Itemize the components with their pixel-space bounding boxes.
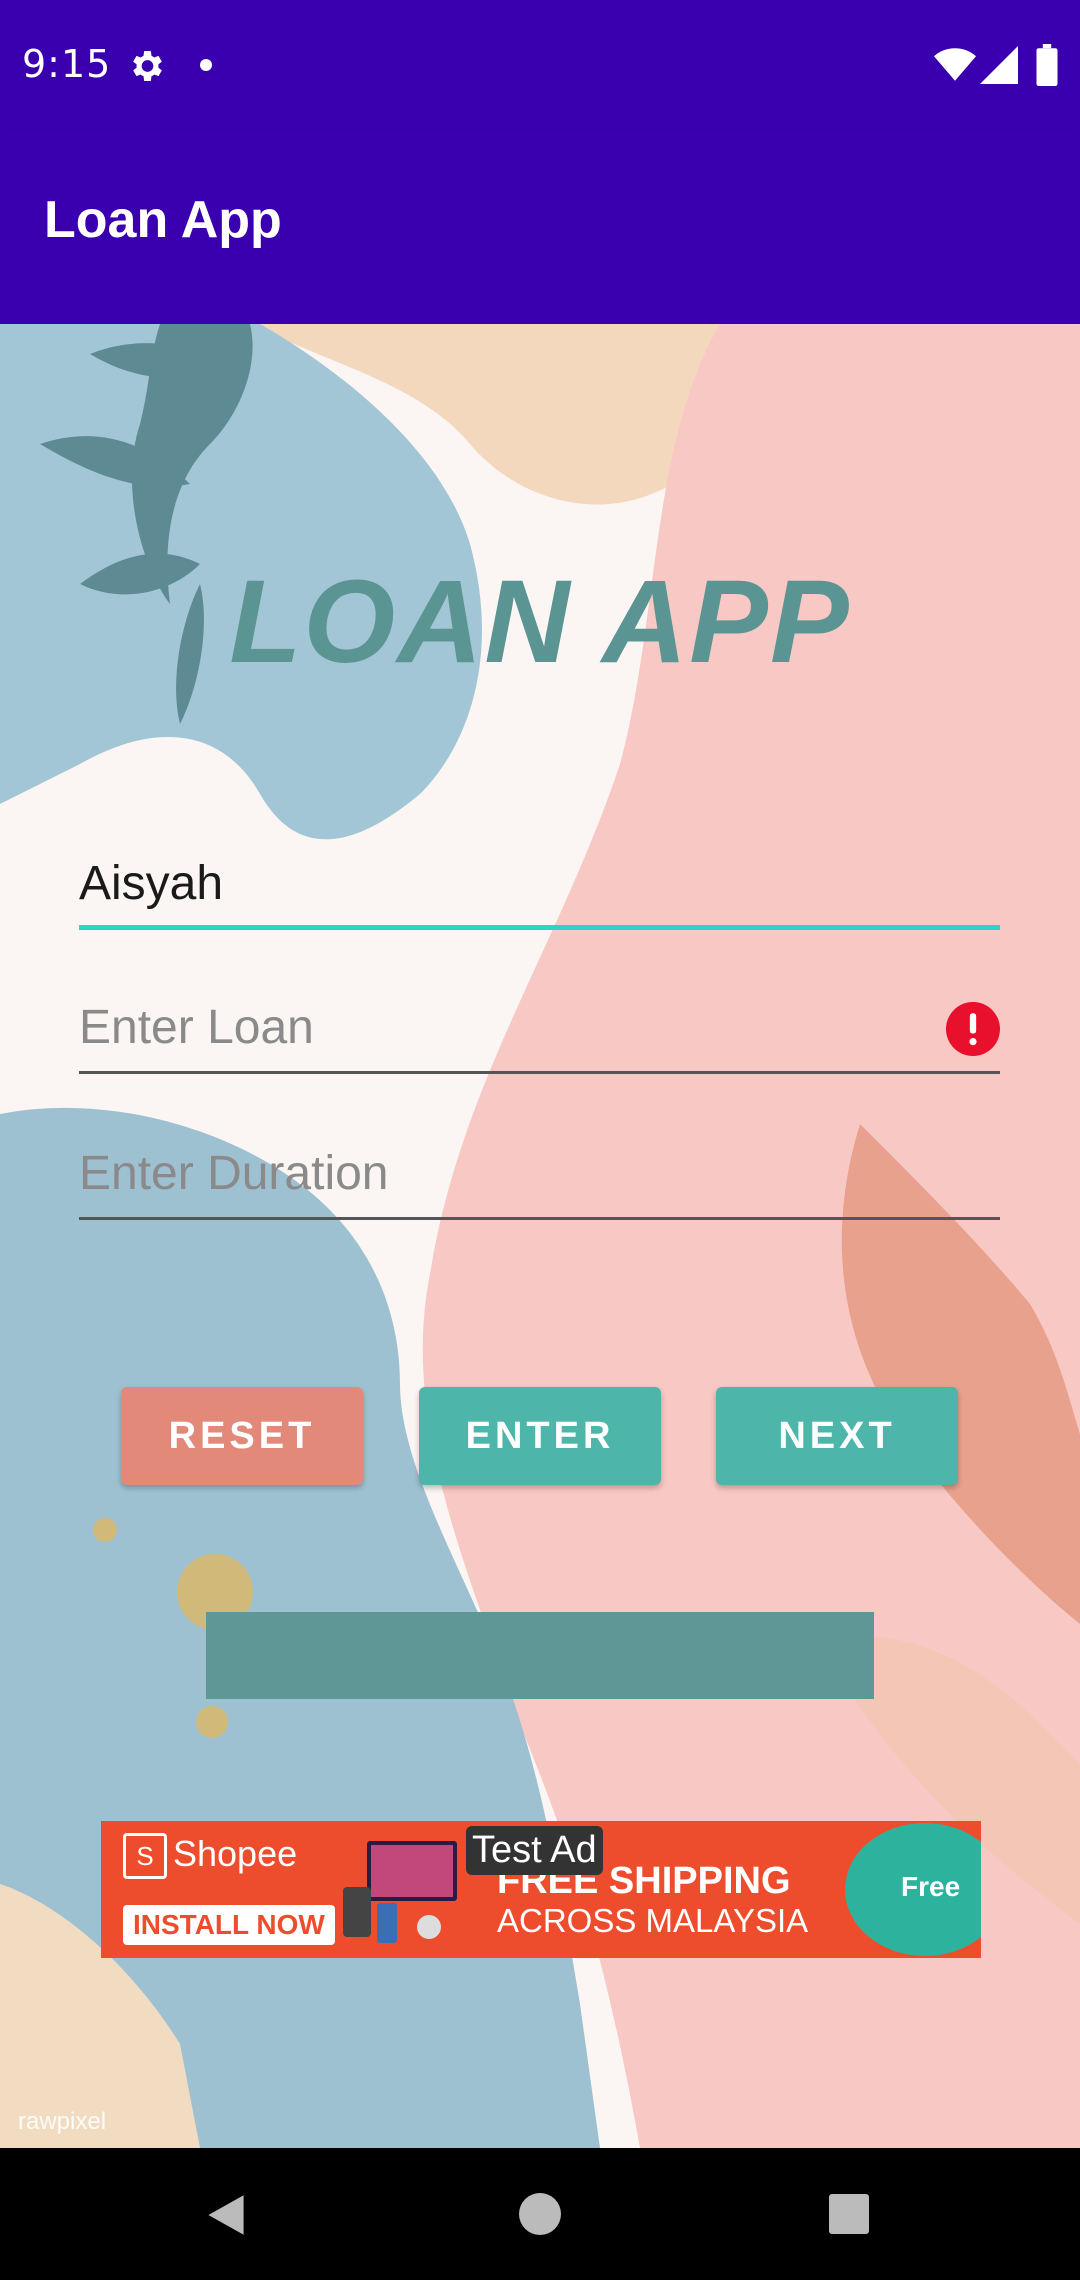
test-ad-label: Test Ad [466, 1826, 603, 1875]
next-button[interactable]: NEXT [716, 1387, 958, 1485]
main-content: LOAN APP RESET ENTER NEXT SShopee INSTAL… [0, 324, 1080, 2148]
duration-field[interactable] [79, 1130, 1000, 1220]
page-heading: LOAN APP [229, 556, 851, 688]
reset-button[interactable]: RESET [121, 1387, 363, 1485]
home-icon[interactable] [519, 2193, 561, 2235]
battery-icon [1036, 44, 1058, 86]
status-bar: 9:15 [0, 0, 1080, 130]
install-now-button[interactable]: INSTALL NOW [123, 1905, 335, 1945]
gear-icon [133, 51, 162, 81]
ad-brand: Shopee [173, 1833, 298, 1874]
watermark: rawpixel [18, 2108, 107, 2135]
recents-icon[interactable] [829, 2194, 869, 2234]
duration-field-underline [79, 1217, 1000, 1220]
products-image [343, 1841, 457, 1943]
back-icon[interactable] [204, 2193, 248, 2237]
name-field[interactable] [79, 840, 1000, 930]
notification-dot-icon [200, 59, 212, 71]
status-time: 9:15 [22, 42, 112, 86]
enter-button[interactable]: ENTER [419, 1387, 661, 1485]
result-display [206, 1612, 874, 1699]
error-icon [946, 1002, 1000, 1056]
loan-input[interactable] [79, 984, 1000, 1070]
shopee-logo: S Shopee [123, 1833, 298, 1880]
app-bar: Loan App [0, 130, 1080, 324]
duration-input[interactable] [79, 1130, 1000, 1216]
signal-icon [980, 46, 1018, 84]
shopping-bag-icon: S [123, 1833, 167, 1880]
navigation-bar [0, 2148, 1080, 2280]
loan-field-underline [79, 1071, 1000, 1074]
loan-field[interactable] [79, 984, 1000, 1074]
wifi-icon [934, 48, 976, 81]
app-title: Loan App [44, 191, 282, 249]
name-field-underline [79, 925, 1000, 930]
name-input[interactable] [79, 840, 1000, 926]
ad-headline-line-2: ACROSS MALAYSIA [497, 1902, 809, 1939]
free-badge-label: Free [901, 1871, 961, 1902]
